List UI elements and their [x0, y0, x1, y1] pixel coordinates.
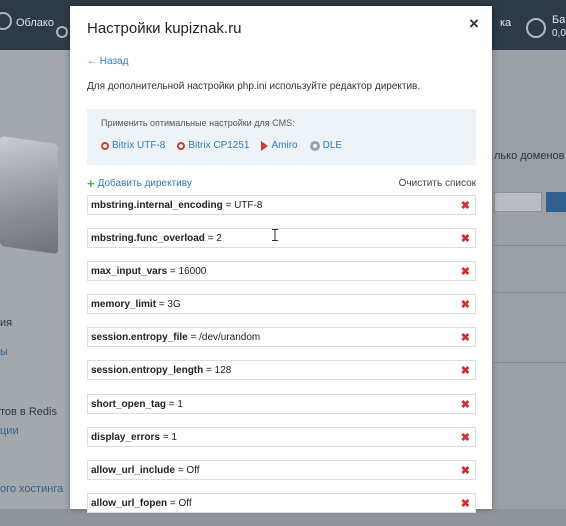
divider — [494, 292, 566, 293]
directive-key: mbstring.func_overload — [91, 233, 205, 245]
directive-value: = 16000 — [167, 266, 207, 278]
topbar-balance-value: 0,0 — [552, 28, 566, 39]
sidebar-link-b[interactable]: ции — [0, 425, 19, 437]
divider — [494, 362, 566, 363]
directive-value: = Off — [174, 464, 200, 476]
right-panel-button[interactable] — [546, 192, 566, 212]
background-sidebar — [0, 50, 70, 509]
delete-icon[interactable]: ✖ — [461, 398, 470, 411]
directive-key: max_input_vars — [91, 266, 168, 278]
directive-key: short_open_tag — [91, 398, 167, 410]
plus-icon: + — [87, 175, 95, 191]
directive-value: = Off — [167, 497, 192, 509]
directive-value: = 128 — [203, 365, 232, 377]
cms-options: Bitrix UTF-8 Bitrix CP1251 Amiro DLE — [101, 140, 342, 151]
directive-value: = 1 — [159, 431, 177, 443]
sidebar-redis-text: тов в Redis — [0, 406, 57, 418]
delete-icon[interactable]: ✖ — [461, 497, 470, 510]
topbar-balance-label[interactable]: Ба — [552, 14, 565, 26]
intro-text: Для дополнительной настройки php.ini исп… — [87, 81, 421, 92]
directive-value: = 3G — [156, 299, 181, 311]
bitrix-icon — [177, 141, 186, 150]
cms-option-label: DLE — [322, 140, 343, 151]
directive-row[interactable]: memory_limit = 3G ✖ — [87, 294, 476, 315]
cms-option-label: Amiro — [271, 140, 298, 151]
directive-list: mbstring.internal_encoding = UTF-8 ✖ mbs… — [87, 195, 476, 526]
cms-caption: Применить оптимальные настройки для CMS: — [101, 118, 295, 128]
directive-row[interactable]: allow_url_include = Off ✖ — [87, 459, 476, 480]
directive-row[interactable]: session.entropy_file = /dev/urandom ✖ — [87, 327, 476, 348]
right-panel-input[interactable] — [494, 192, 542, 212]
directive-value: = /dev/urandom — [187, 332, 261, 344]
directive-row[interactable]: display_errors = 1 ✖ — [87, 426, 476, 447]
bitrix-icon — [101, 141, 109, 150]
close-button[interactable]: × — [466, 15, 482, 32]
directive-row[interactable]: allow_url_fopen = Off ✖ — [87, 492, 476, 513]
delete-icon[interactable]: ✖ — [461, 265, 470, 278]
directive-key: allow_url_fopen — [91, 497, 168, 509]
directive-value: = UTF-8 — [222, 200, 263, 211]
directive-row[interactable]: mbstring.internal_encoding = UTF-8 ✖ — [87, 195, 476, 215]
directive-text[interactable]: allow_url_include = Off — [91, 465, 199, 476]
php-settings-modal: Настройки kupiznak.ru × ← Назад Для допо… — [70, 6, 492, 513]
balance-icon — [526, 18, 546, 38]
directive-row[interactable]: max_input_vars = 16000 ✖ — [87, 261, 476, 282]
cms-presets-panel: Применить оптимальные настройки для CMS:… — [87, 109, 476, 165]
sidebar-hosting-link[interactable]: ого хостинга — [0, 483, 63, 495]
divider — [494, 245, 566, 246]
directive-value: = 1 — [166, 398, 183, 410]
directive-key: mbstring.internal_encoding — [91, 200, 223, 211]
dle-icon — [309, 140, 320, 151]
cms-option-bitrix-cp1251[interactable]: Bitrix CP1251 — [177, 140, 249, 151]
delete-icon[interactable]: ✖ — [461, 298, 470, 311]
directive-text[interactable]: session.entropy_length = 128 — [91, 365, 231, 376]
cms-option-label: Bitrix CP1251 — [188, 140, 250, 151]
delete-icon[interactable]: ✖ — [461, 199, 470, 212]
directive-text[interactable]: memory_limit = 3G — [91, 299, 181, 310]
cms-option-amiro[interactable]: Amiro — [261, 140, 298, 151]
directive-value: = 2 — [204, 233, 222, 245]
sidebar-link-a[interactable]: ы — [0, 346, 8, 358]
delete-icon[interactable]: ✖ — [461, 331, 470, 344]
topbar-cloud-link[interactable]: Облако — [16, 17, 54, 29]
directive-text[interactable]: mbstring.func_overload = 2 — [91, 233, 222, 244]
directive-text[interactable]: allow_url_fopen = Off — [91, 498, 192, 509]
cms-option-dle[interactable]: DLE — [309, 140, 343, 151]
directive-text[interactable]: display_errors = 1 — [91, 432, 177, 443]
delete-icon[interactable]: ✖ — [461, 232, 470, 245]
directive-text[interactable]: session.entropy_file = /dev/urandom — [91, 332, 260, 343]
directive-row[interactable]: session.entropy_length = 128 ✖ — [87, 360, 476, 381]
user-icon — [0, 12, 12, 30]
topbar-item-a[interactable]: ка — [500, 17, 511, 29]
directive-text[interactable]: max_input_vars = 16000 — [91, 266, 206, 277]
back-link[interactable]: ← Назад — [87, 56, 128, 67]
add-directive-button[interactable]: + Добавить директиву — [87, 175, 192, 191]
directive-text[interactable]: mbstring.internal_encoding = UTF-8 — [91, 200, 262, 211]
directive-toolbar: + Добавить директиву Очистить список — [87, 175, 476, 192]
add-directive-label: Добавить директиву — [97, 178, 192, 189]
directive-key: allow_url_include — [91, 464, 175, 476]
delete-icon[interactable]: ✖ — [461, 464, 470, 477]
directive-key: display_errors — [91, 431, 160, 443]
delete-icon[interactable]: ✖ — [461, 431, 470, 444]
directive-text[interactable]: short_open_tag = 1 — [91, 399, 183, 410]
delete-icon[interactable]: ✖ — [461, 364, 470, 377]
device-illustration — [0, 135, 58, 255]
amiro-icon — [261, 140, 269, 151]
clear-list-button[interactable]: Очистить список — [399, 178, 476, 189]
modal-title: Настройки kupiznak.ru — [87, 20, 242, 37]
sidebar-heading: ия — [0, 317, 13, 329]
cms-option-label: Bitrix UTF-8 — [112, 140, 166, 151]
directive-key: session.entropy_file — [91, 332, 188, 344]
directive-key: session.entropy_length — [91, 365, 204, 377]
cloud-icon — [56, 26, 68, 38]
directive-key: memory_limit — [91, 299, 157, 311]
cms-option-bitrix-utf8[interactable]: Bitrix UTF-8 — [101, 140, 165, 151]
text-cursor-icon — [272, 229, 278, 241]
directive-row[interactable]: short_open_tag = 1 ✖ — [87, 393, 476, 414]
right-panel-text: лько доменов л — [494, 150, 566, 162]
directive-row[interactable]: mbstring.func_overload = 2 ✖ — [87, 228, 476, 249]
